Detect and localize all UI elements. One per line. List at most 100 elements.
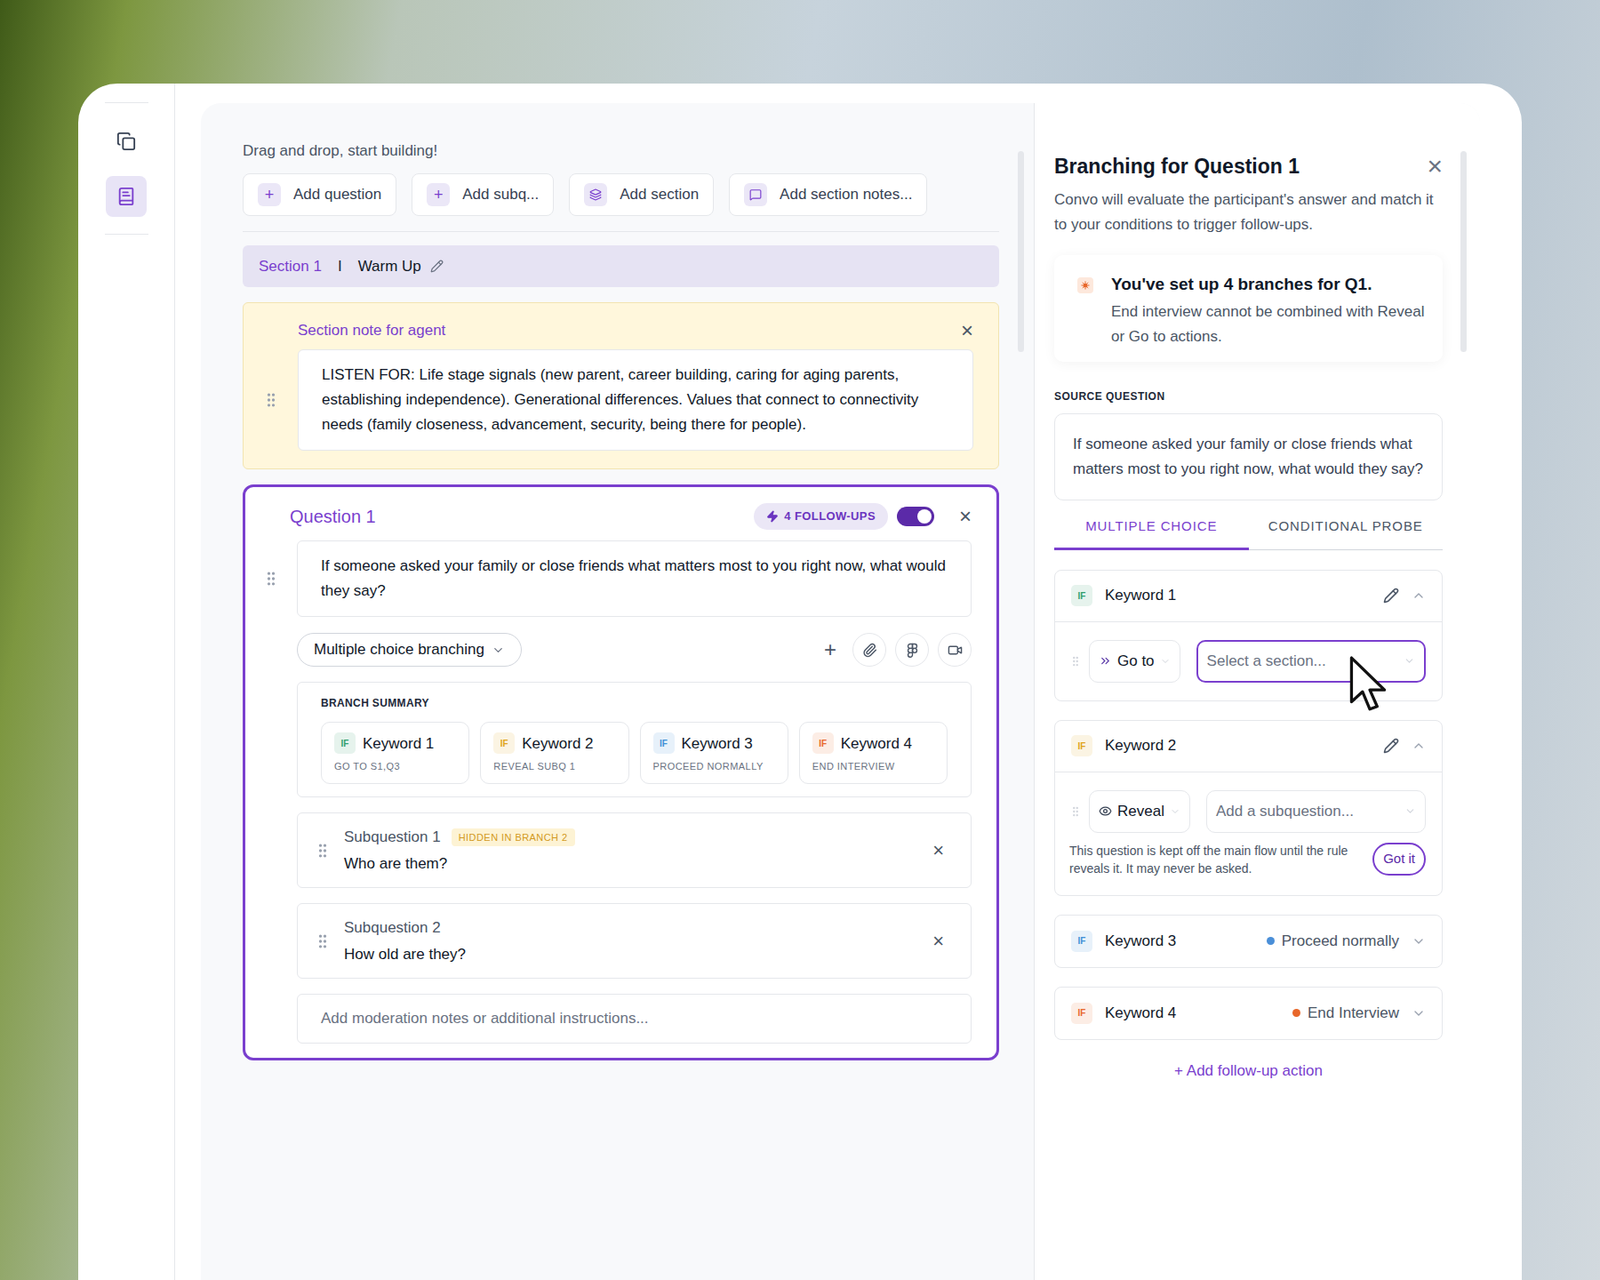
branch-keyword: Keyword 3 — [681, 732, 753, 756]
builder-hint: Drag and drop, start building! — [242, 140, 1000, 162]
question-text[interactable]: If someone asked your family or close fr… — [296, 540, 972, 617]
toolbar-button[interactable]: Add section — [568, 173, 714, 216]
edit-icon[interactable] — [1383, 587, 1400, 604]
rail-divider — [104, 233, 149, 235]
section-separator: I — [337, 255, 343, 279]
app: Drag and drop, start building! +Add quest… — [0, 0, 1600, 1280]
subquestion-label: Subquestion 2 — [344, 916, 441, 940]
section-note: Section note for agent× LISTEN FOR: Life … — [242, 302, 1000, 470]
branch-keyword: Keyword 1 — [362, 732, 434, 756]
rule-header[interactable]: IFKeyword 3Proceed normally — [1055, 915, 1442, 968]
rule-header[interactable]: IFKeyword 4End Interview — [1055, 987, 1442, 1040]
rule-card: IFKeyword 3Proceed normally — [1054, 914, 1443, 968]
source-question: If someone asked your family or close fr… — [1054, 413, 1443, 501]
chevron-up-icon[interactable] — [1411, 738, 1426, 753]
branch-summary-title: BRANCH SUMMARY — [320, 695, 948, 712]
section-label: Section 1 — [258, 255, 322, 279]
toolbar-button-icon — [584, 183, 608, 207]
toolbar-button[interactable]: +Add subq... — [411, 173, 554, 216]
branching-mode-select[interactable]: Multiple choice branching — [296, 632, 522, 667]
branch-chip[interactable]: IFKeyword 3PROCEED NORMALLY — [640, 721, 789, 784]
toolbar-button-icon — [744, 183, 768, 207]
close-button[interactable]: × — [932, 840, 944, 861]
subquestion[interactable]: Subquestion 2How old are they?× — [296, 903, 972, 979]
if-tag: IF — [1071, 584, 1093, 607]
drag-handle-icon[interactable] — [262, 569, 280, 588]
chevron-down-icon[interactable] — [1411, 1006, 1426, 1021]
got-it-button[interactable]: Got it — [1372, 842, 1426, 876]
close-button[interactable]: × — [1426, 152, 1443, 180]
lightning-icon — [766, 510, 779, 523]
subquestion[interactable]: Subquestion 1HIDDEN IN BRANCH 2Who are t… — [296, 812, 972, 888]
section-note-title: Section note for agent — [297, 319, 961, 343]
panel-title: Branching for Question 1 — [1054, 152, 1300, 180]
rule-status: End Interview — [1307, 1001, 1400, 1025]
drag-handle-icon[interactable] — [262, 391, 280, 409]
followups-badge[interactable]: 4 FOLLOW-UPS — [753, 503, 888, 530]
edit-icon[interactable] — [1383, 737, 1400, 754]
moderation-notes-field[interactable]: Add moderation notes or additional instr… — [296, 993, 972, 1044]
chevron-up-icon[interactable] — [1411, 588, 1426, 603]
notice: You've set up 4 branches for Q1.End inte… — [1054, 255, 1443, 362]
if-tag: IF — [334, 732, 356, 754]
toolbar-divider — [242, 231, 1000, 232]
source-label: SOURCE QUESTION — [1054, 388, 1443, 405]
rail-item[interactable] — [105, 176, 147, 217]
add-button[interactable]: + — [816, 636, 844, 664]
tab[interactable]: CONDITIONAL PROBE — [1248, 516, 1444, 551]
toolbar: +Add question +Add subq... Add section Add … — [242, 173, 1000, 216]
edit-icon[interactable] — [430, 259, 444, 273]
toolbar-button[interactable]: Add section notes... — [728, 173, 928, 216]
action-select[interactable]: Reveal — [1088, 790, 1191, 833]
chevron-down-icon[interactable] — [1411, 934, 1426, 949]
figma-button[interactable] — [895, 632, 929, 667]
subquestion-text: Who are them? — [344, 852, 920, 876]
rule-keyword: Keyword 2 — [1104, 734, 1371, 758]
notice-icon — [1077, 277, 1094, 294]
builder-window: Drag and drop, start building! +Add quest… — [78, 83, 1522, 1280]
attach-button[interactable] — [852, 632, 887, 667]
close-button[interactable]: × — [960, 320, 974, 342]
toolbar-button-icon: + — [257, 183, 281, 207]
if-tag: IF — [812, 732, 834, 754]
branch-chip[interactable]: IFKeyword 1GO TO S1,Q3 — [320, 721, 470, 784]
chevron-down-icon — [1160, 656, 1171, 667]
question-card[interactable]: Question 14 FOLLOW-UPS × If someone asked … — [242, 484, 1000, 1061]
video-button[interactable] — [937, 632, 972, 667]
close-button[interactable]: × — [932, 931, 944, 952]
drag-handle-icon[interactable] — [313, 932, 332, 951]
if-tag: IF — [653, 732, 675, 754]
rail-item[interactable] — [105, 120, 147, 162]
scrollbar-thumb[interactable] — [1017, 151, 1024, 352]
target-select[interactable]: Add a subquestion... — [1206, 790, 1426, 833]
rule-header[interactable]: IF Keyword 2 — [1055, 720, 1442, 773]
question-title: Question 1 — [289, 503, 754, 530]
section-bar[interactable]: Section 1IWarm Up — [242, 245, 1000, 288]
close-button[interactable]: × — [959, 505, 972, 528]
paperclip-icon — [862, 642, 878, 658]
notice-title: You've set up 4 branches for Q1. — [1111, 272, 1429, 296]
target-select[interactable]: Select a section... — [1196, 640, 1426, 683]
tab[interactable]: MULTIPLE CHOICE — [1054, 516, 1249, 551]
if-tag: IF — [493, 732, 515, 754]
drag-handle-icon[interactable] — [313, 841, 332, 860]
toolbar-button-icon: + — [426, 183, 450, 207]
if-tag: IF — [1071, 735, 1093, 757]
status-dot — [1266, 936, 1275, 945]
section-note-body[interactable]: LISTEN FOR: Life stage signals (new pare… — [297, 349, 974, 451]
followups-toggle[interactable] — [896, 506, 935, 527]
add-follow-up-button[interactable]: + Add follow-up action — [1174, 1059, 1323, 1083]
drag-handle-icon[interactable] — [1069, 805, 1082, 818]
side-rail — [78, 83, 176, 1280]
action-select[interactable]: Go to — [1088, 640, 1181, 683]
rule-keyword: Keyword 1 — [1104, 584, 1371, 608]
branch-chip[interactable]: IFKeyword 2REVEAL SUBQ 1 — [480, 721, 629, 784]
go-to-icon — [1098, 654, 1112, 668]
subquestion-label: Subquestion 1 — [344, 825, 441, 849]
scrollbar-thumb[interactable] — [1460, 151, 1467, 352]
branch-chip[interactable]: IFKeyword 4END INTERVIEW — [799, 721, 948, 784]
branch-keyword: Keyword 4 — [840, 732, 912, 756]
toolbar-button[interactable]: +Add question — [242, 173, 397, 216]
drag-handle-icon[interactable] — [1069, 655, 1082, 668]
rule-header[interactable]: IF Keyword 1 — [1055, 570, 1442, 623]
